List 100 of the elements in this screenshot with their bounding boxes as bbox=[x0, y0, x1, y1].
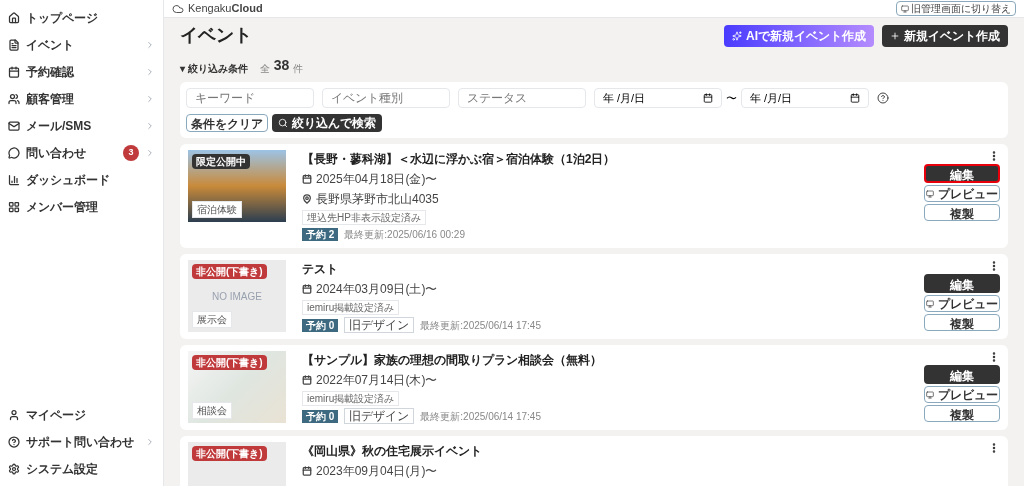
total-suffix: 件 bbox=[293, 62, 304, 76]
sidebar-item-label: トップページ bbox=[26, 9, 99, 27]
status-badge: 非公開(下書き) bbox=[192, 355, 267, 370]
sidebar-item[interactable]: 予約確認 bbox=[0, 58, 163, 85]
event-date: 2024年03月09日(土)〜 bbox=[316, 281, 438, 298]
category-tag: 展示会 bbox=[192, 311, 232, 328]
sidebar-item-label: メール/SMS bbox=[26, 117, 93, 135]
last-updated-text: 最終更新:2025/06/14 17:45 bbox=[420, 318, 541, 333]
total-prefix: 全 bbox=[259, 62, 270, 76]
setting-tag: 埋込先HP非表示設定済み bbox=[302, 210, 426, 225]
help-icon bbox=[8, 435, 20, 448]
sparkle-icon bbox=[732, 30, 742, 41]
sidebar-item[interactable]: メンバー管理 bbox=[0, 193, 163, 220]
grid-icon bbox=[8, 200, 20, 213]
filter-field[interactable]: ステータス bbox=[458, 88, 586, 108]
copy-button[interactable]: 複製 bbox=[924, 204, 1000, 221]
reservation-badge: 予約 0 bbox=[302, 409, 339, 423]
category-tag: 相談会 bbox=[192, 402, 232, 419]
date-to-field[interactable]: 年 /月/日 bbox=[741, 88, 869, 108]
filter-toggle[interactable]: ▾ 絞り込み条件 bbox=[180, 61, 248, 76]
sidebar-item-label: 顧客管理 bbox=[26, 90, 75, 108]
event-date: 2023年09月04日(月)〜 bbox=[316, 463, 438, 480]
total-count: 38 bbox=[273, 56, 290, 75]
envelope-icon bbox=[8, 119, 20, 132]
document-icon bbox=[8, 38, 20, 51]
filter-field[interactable]: キーワード bbox=[186, 88, 314, 108]
sidebar-item[interactable]: システム設定 bbox=[0, 455, 163, 482]
range-tilde: 〜 bbox=[726, 90, 737, 106]
preview-button[interactable]: プレビュー bbox=[924, 295, 1000, 312]
location-pin-icon bbox=[302, 194, 312, 204]
last-updated-text: 最終更新:2025/06/16 00:29 bbox=[344, 228, 465, 242]
preview-button[interactable]: プレビュー bbox=[924, 386, 1000, 403]
no-image-text: NO IMAGE bbox=[212, 289, 262, 304]
speech-bubble-icon bbox=[8, 146, 20, 159]
preview-button[interactable]: プレビュー bbox=[924, 185, 1000, 202]
ai-create-button[interactable]: AIで新規イベント作成 bbox=[724, 24, 874, 47]
edit-button[interactable]: 編集 bbox=[924, 274, 1000, 293]
calendar-icon bbox=[302, 174, 312, 184]
event-title[interactable]: 【長野・蓼科湖】＜水辺に浮かぶ宿＞宿泊体験（1泊2日） bbox=[302, 150, 906, 168]
new-event-button[interactable]: 新規イベント作成 bbox=[882, 24, 1008, 47]
house-icon bbox=[8, 11, 20, 24]
monitor-icon bbox=[926, 390, 934, 399]
switch-admin-button[interactable]: 旧管理画面に切り替え bbox=[896, 1, 1016, 16]
people-icon bbox=[8, 92, 20, 105]
logo-text: KengakuCloud bbox=[188, 1, 263, 17]
sidebar-item-label: 予約確認 bbox=[26, 63, 75, 81]
sidebar-item-label: メンバー管理 bbox=[26, 198, 99, 216]
sidebar-item[interactable]: メール/SMS bbox=[0, 112, 163, 139]
sidebar-item[interactable]: マイページ bbox=[0, 401, 163, 428]
setting-tag: iemiru掲載設定済み bbox=[302, 391, 400, 406]
edit-button[interactable]: 編集 bbox=[924, 164, 1000, 183]
calendar-icon bbox=[850, 93, 860, 103]
sidebar-item-label: サポート問い合わせ bbox=[26, 433, 135, 451]
plus-icon bbox=[890, 30, 900, 41]
sidebar-item-label: マイページ bbox=[26, 406, 87, 424]
status-badge: 非公開(下書き) bbox=[192, 264, 267, 279]
event-title[interactable]: 《岡山県》秋の住宅展示イベント bbox=[302, 442, 906, 460]
event-date: 2025年04月18日(金)〜 bbox=[316, 171, 438, 188]
help-icon[interactable] bbox=[877, 92, 889, 104]
sidebar-item[interactable]: イベント bbox=[0, 31, 163, 58]
sidebar-item[interactable]: 問い合わせ 3 bbox=[0, 139, 163, 166]
cloud-logo-icon bbox=[172, 2, 184, 15]
calendar-icon bbox=[703, 93, 713, 103]
monitor-icon bbox=[901, 4, 909, 13]
calendar-icon bbox=[302, 375, 312, 385]
page-title: イベント bbox=[180, 24, 253, 47]
event-title[interactable]: テスト bbox=[302, 260, 906, 278]
filter-field[interactable]: イベント種別 bbox=[322, 88, 450, 108]
clear-button[interactable]: 条件をクリア bbox=[186, 114, 268, 132]
sidebar-item[interactable]: サポート問い合わせ bbox=[0, 428, 163, 455]
status-badge: 非公開(下書き) bbox=[192, 446, 267, 461]
sidebar-item[interactable]: 顧客管理 bbox=[0, 85, 163, 112]
last-updated-text: 最終更新:2025/06/14 17:45 bbox=[420, 409, 541, 424]
calendar-icon bbox=[302, 284, 312, 294]
sidebar-item[interactable]: トップページ bbox=[0, 4, 163, 31]
search-button[interactable]: 絞り込んで検索 bbox=[272, 114, 382, 132]
copy-button[interactable]: 複製 bbox=[924, 405, 1000, 422]
old-design-tag: 旧デザイン bbox=[344, 408, 415, 424]
sidebar-item-label: イベント bbox=[26, 36, 75, 54]
sidebar-item[interactable]: ダッシュボード bbox=[0, 166, 163, 193]
edit-button[interactable]: 編集 bbox=[924, 365, 1000, 384]
search-icon bbox=[278, 118, 288, 128]
bar-chart-icon bbox=[8, 173, 20, 186]
settings-icon bbox=[8, 462, 20, 475]
event-date: 2022年07月14日(木)〜 bbox=[316, 372, 438, 389]
sidebar-item-label: ダッシュボード bbox=[26, 171, 111, 189]
event-title[interactable]: 【サンプル】家族の理想の間取りプラン相談会（無料） bbox=[302, 351, 906, 369]
reservation-badge: 予約 0 bbox=[302, 318, 339, 332]
reservation-badge: 予約 2 bbox=[302, 228, 339, 241]
person-icon bbox=[8, 408, 20, 421]
count-badge: 3 bbox=[123, 144, 139, 161]
setting-tag: iemiru掲載設定済み bbox=[302, 300, 400, 315]
sidebar-item-label: 問い合わせ bbox=[26, 144, 87, 162]
date-from-field[interactable]: 年 /月/日 bbox=[594, 88, 722, 108]
old-design-tag: 旧デザイン bbox=[344, 317, 415, 333]
copy-button[interactable]: 複製 bbox=[924, 314, 1000, 331]
monitor-icon bbox=[926, 189, 934, 198]
category-tag: 宿泊体験 bbox=[192, 201, 242, 218]
calendar-icon bbox=[8, 65, 20, 78]
event-location: 長野県茅野市北山4035 bbox=[316, 191, 439, 208]
